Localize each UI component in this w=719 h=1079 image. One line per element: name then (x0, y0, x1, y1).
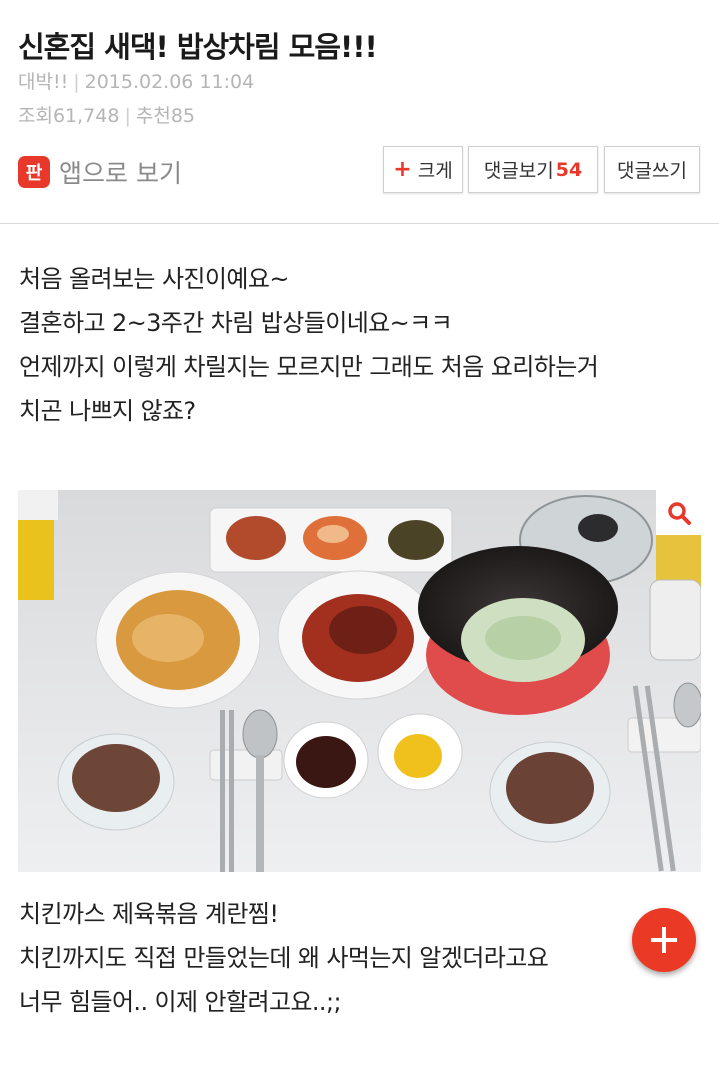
caption-line: 너무 힘들어.. 이제 안할려고요..;; (19, 988, 342, 1016)
article-header: 신혼집 새댁! 밥상차림 모음!!! 대박!! | 2015.02.06 11:04… (0, 0, 719, 224)
intro-line: 치곤 나쁘지 않죠? (19, 397, 196, 425)
recommend-label: 추천 (135, 105, 171, 127)
write-comment-label: 댓글쓰기 (617, 160, 687, 182)
text-bigger-button[interactable]: + 크게 (383, 146, 463, 193)
svg-text:판: 판 (26, 163, 43, 184)
text-bigger-label: 크게 (417, 160, 453, 182)
view-comments-label: 댓글보기 (483, 160, 554, 182)
views-count: 61,748 (52, 105, 120, 127)
post-meta-stats: 조회61,748 | 추천85 (18, 105, 196, 127)
intro-line: 결혼하고 2~3주간 차림 밥상들이네요~ㅋㅋ (19, 309, 453, 337)
meal-photo[interactable] (18, 490, 701, 872)
open-in-app-label: 앱으로 보기 (59, 159, 182, 188)
page-title: 신혼집 새댁! 밥상차림 모음!!! (18, 30, 378, 64)
view-comments-button[interactable]: 댓글보기 54 (468, 146, 598, 193)
app-logo-icon: 판 (18, 156, 50, 188)
caption-line: 치킨까스 제육볶음 계란찜! (19, 900, 279, 928)
post-datetime: 2015.02.06 11:04 (84, 71, 255, 93)
floating-action-button[interactable] (632, 908, 696, 972)
comment-count: 54 (555, 158, 583, 181)
plus-icon: + (393, 157, 412, 182)
plus-icon (651, 927, 677, 953)
zoom-image-button[interactable] (656, 490, 701, 535)
post-category[interactable]: 대박!! (18, 71, 68, 93)
open-in-app-link[interactable]: 판 앱으로 보기 (18, 154, 182, 190)
intro-line: 언제까지 이렇게 차릴지는 모르지만 그래도 처음 요리하는거 (19, 353, 599, 381)
views-label: 조회 (18, 105, 53, 127)
photo-caption: 치킨까스 제육볶음 계란찜! 치킨까지도 직접 만들었는데 왜 사먹는지 알겠더… (19, 892, 709, 1024)
write-comment-button[interactable]: 댓글쓰기 (604, 146, 700, 193)
caption-line: 치킨까지도 직접 만들었는데 왜 사먹는지 알겠더라고요 (19, 944, 549, 972)
intro-paragraph: 처음 올려보는 사진이예요~ 결혼하고 2~3주간 차림 밥상들이네요~ㅋㅋ 언… (19, 257, 709, 433)
recommend-count: 85 (170, 105, 196, 127)
intro-line: 처음 올려보는 사진이예요~ (19, 265, 289, 293)
post-meta-date: 대박!! | 2015.02.06 11:04 (18, 71, 255, 93)
search-icon (667, 501, 691, 525)
